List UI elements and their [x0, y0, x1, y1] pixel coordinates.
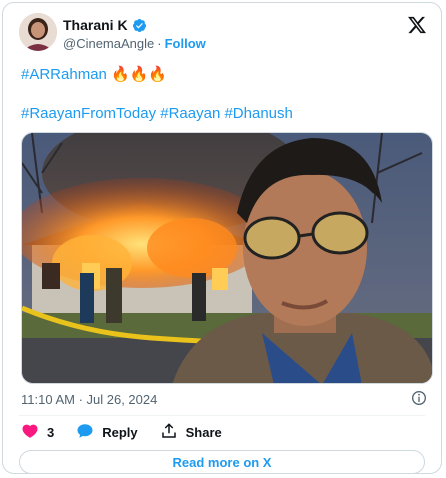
- divider: [19, 415, 425, 416]
- read-more-button[interactable]: Read more on X: [19, 450, 425, 474]
- like-count: 3: [47, 424, 55, 440]
- reply-label: Reply: [102, 424, 138, 440]
- follow-button[interactable]: Follow: [165, 36, 206, 51]
- speech-bubble-icon: [76, 422, 94, 443]
- heart-icon: [21, 422, 39, 443]
- reply-button[interactable]: Reply: [76, 422, 138, 443]
- tweet-card: Tharani K @CinemaAngle · Follow #ARRahma…: [2, 2, 442, 474]
- tweet-photo[interactable]: [21, 132, 433, 384]
- separator-dot: ·: [157, 36, 162, 51]
- hashtag-link[interactable]: #Raayan: [160, 105, 220, 122]
- tweet-text-line-1: #ARRahman 🔥🔥🔥: [21, 65, 167, 85]
- hashtag-link[interactable]: #ARRahman: [21, 66, 107, 83]
- author-handle[interactable]: @CinemaAngle: [63, 36, 154, 51]
- avatar[interactable]: [19, 13, 57, 51]
- like-button[interactable]: 3: [21, 422, 54, 443]
- verified-badge-icon: [132, 18, 147, 33]
- tweet-text-line-2: #RaayanFromToday #Raayan #Dhanush: [21, 104, 293, 124]
- tweet-timestamp[interactable]: 11:10 AM · Jul 26, 2024: [21, 392, 157, 407]
- info-icon[interactable]: [411, 390, 427, 406]
- hashtag-link[interactable]: #Dhanush: [224, 105, 292, 122]
- author-handle-row: @CinemaAngle · Follow: [63, 36, 206, 51]
- fire-emoji: 🔥🔥🔥: [111, 66, 168, 83]
- x-logo-icon[interactable]: [407, 15, 427, 35]
- author-name-row: Tharani K: [63, 16, 147, 34]
- hashtag-link[interactable]: #RaayanFromToday: [21, 105, 156, 122]
- author-display-name[interactable]: Tharani K: [63, 17, 128, 33]
- share-arrow-icon: [160, 422, 178, 443]
- tweet-actions: 3 Reply Share: [21, 422, 222, 443]
- share-label: Share: [185, 424, 222, 440]
- share-button[interactable]: Share: [160, 422, 222, 443]
